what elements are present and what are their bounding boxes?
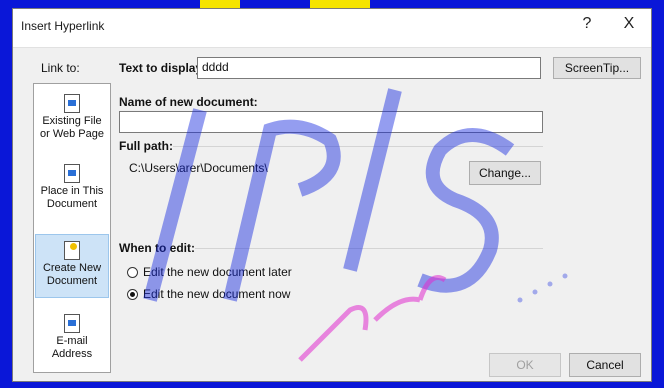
- full-path-label: Full path:: [119, 139, 173, 153]
- edit-now-label[interactable]: Edit the new document now: [143, 287, 290, 301]
- watermark-logo-fragment: [200, 0, 240, 8]
- link-item-label: Place in This: [40, 185, 104, 197]
- link-item-label: Address: [51, 348, 93, 360]
- link-item-label: Document: [46, 275, 98, 287]
- new-document-label: Name of new document:: [119, 95, 258, 109]
- email-address-icon: [64, 314, 80, 333]
- help-button[interactable]: ?: [575, 15, 599, 33]
- link-item-label: or Web Page: [39, 128, 104, 140]
- link-to-create-new-document[interactable]: Create New Document: [35, 234, 109, 298]
- change-button[interactable]: Change...: [469, 161, 541, 185]
- screentip-button[interactable]: ScreenTip...: [553, 57, 641, 79]
- watermark-logo-fragment: [310, 0, 370, 8]
- when-to-edit-divider: [195, 248, 543, 249]
- full-path-divider: [173, 146, 543, 147]
- when-to-edit-label: When to edit:: [119, 241, 195, 255]
- cancel-button[interactable]: Cancel: [569, 353, 641, 377]
- text-to-display-label: Text to display:: [119, 61, 207, 75]
- edit-later-label[interactable]: Edit the new document later: [143, 265, 292, 279]
- insert-hyperlink-dialog: Insert Hyperlink ? X Link to: Existing F…: [12, 8, 652, 382]
- link-item-label: Create New: [42, 262, 102, 274]
- link-item-label: Document: [46, 198, 98, 210]
- edit-later-radio[interactable]: [127, 267, 138, 278]
- ok-button[interactable]: OK: [489, 353, 561, 377]
- link-to-label: Link to:: [41, 61, 80, 75]
- full-path-value: C:\Users\arer\Documents\: [129, 161, 268, 175]
- link-item-label: Existing File: [42, 115, 102, 127]
- link-to-email-address[interactable]: E-mail Address: [35, 314, 109, 370]
- link-to-place-in-document[interactable]: Place in This Document: [35, 164, 109, 220]
- existing-file-icon: [64, 94, 80, 113]
- link-to-existing-file[interactable]: Existing File or Web Page: [35, 94, 109, 150]
- title-bar: Insert Hyperlink ? X: [13, 9, 651, 48]
- link-item-label: E-mail: [56, 335, 88, 347]
- new-document-name-input[interactable]: [119, 111, 543, 133]
- create-new-document-icon: [64, 241, 80, 260]
- close-button[interactable]: X: [617, 15, 641, 33]
- link-to-sidebar: Existing File or Web Page Place in This …: [33, 83, 111, 373]
- place-in-document-icon: [64, 164, 80, 183]
- dialog-title: Insert Hyperlink: [21, 19, 105, 33]
- text-to-display-input[interactable]: dddd: [197, 57, 541, 79]
- edit-now-radio[interactable]: [127, 289, 138, 300]
